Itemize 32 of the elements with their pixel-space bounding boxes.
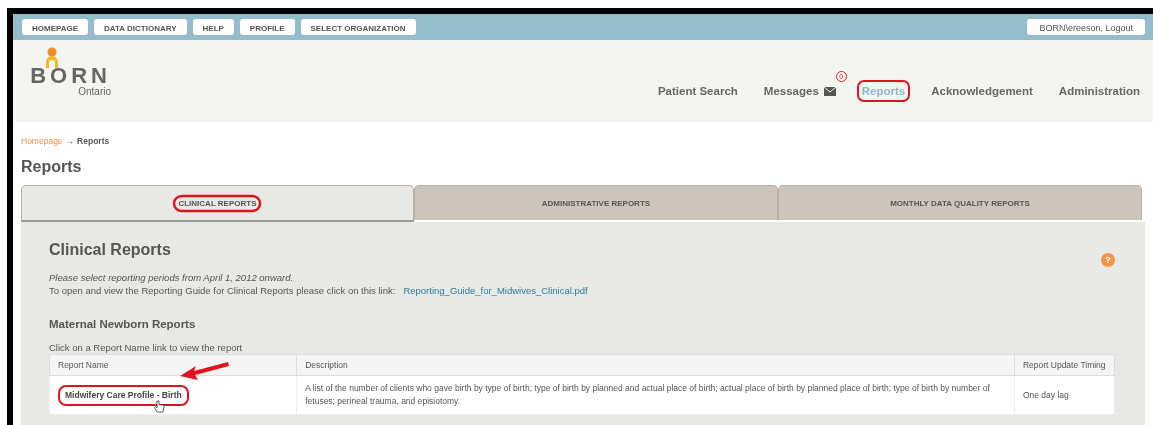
logo-icon [45,47,59,69]
breadcrumb-current: Reports [77,136,110,146]
page-title: Reports [21,158,83,176]
column-header: Description [296,354,1015,376]
period-note: Please select reporting periods from April 1, 2012 onward. [49,272,295,283]
logo-wordmark: BORN [30,65,111,87]
tab[interactable]: ADMINISTRATIVE REPORTS [413,185,778,220]
top-nav-button[interactable]: PROFILE [239,19,295,35]
description-cell: A list of the number of clients who gave birth by type of birth; type of birth by planned and actual place of birth; actual place of birth by planned place of birth; type of birth by number of fetuses; perineal trauma, and episiotomy. [296,375,1015,415]
column-header: Report Update Timing [1014,354,1115,376]
report-link[interactable]: Midwifery Care Profile - Birth [58,384,189,406]
breadcrumb-separator: → [65,136,75,146]
top-nav-button[interactable]: SELECT ORGANIZATION [300,19,416,35]
guide-text: To open and view the Reporting Guide for Clinical Reports please click on this link: [49,285,396,296]
logout-button[interactable]: BORN\ereeson, Logout [1027,19,1145,35]
top-nav-button[interactable]: DATA DICTIONARY [94,19,187,35]
tab[interactable]: MONTHLY DATA QUALITY REPORTS [778,185,1142,220]
section-title: Maternal Newborn Reports [49,318,197,330]
top-nav-button[interactable]: HOMEPAGE [22,19,89,35]
nav-link[interactable]: Administration [1053,80,1145,102]
guide-link[interactable]: Reporting_Guide_for_Midwives_Clinical.pdf [403,285,588,296]
timing-cell: One day lag [1014,375,1115,415]
envelope-icon [823,86,836,96]
nav-link[interactable]: Acknowledgement [926,80,1038,102]
column-header: Report Name [49,354,297,376]
logo-subtitle: Ontario [78,86,111,97]
panel-title: Clinical Reports [49,241,172,259]
nav-link[interactable]: Patient Search [652,80,743,102]
nav-link[interactable]: Messages [758,80,841,102]
instruction-text: Click on a Report Name link to view the report [49,342,244,353]
top-nav-button[interactable]: HELP [192,19,234,35]
tab[interactable]: CLINICAL REPORTS [21,185,414,222]
